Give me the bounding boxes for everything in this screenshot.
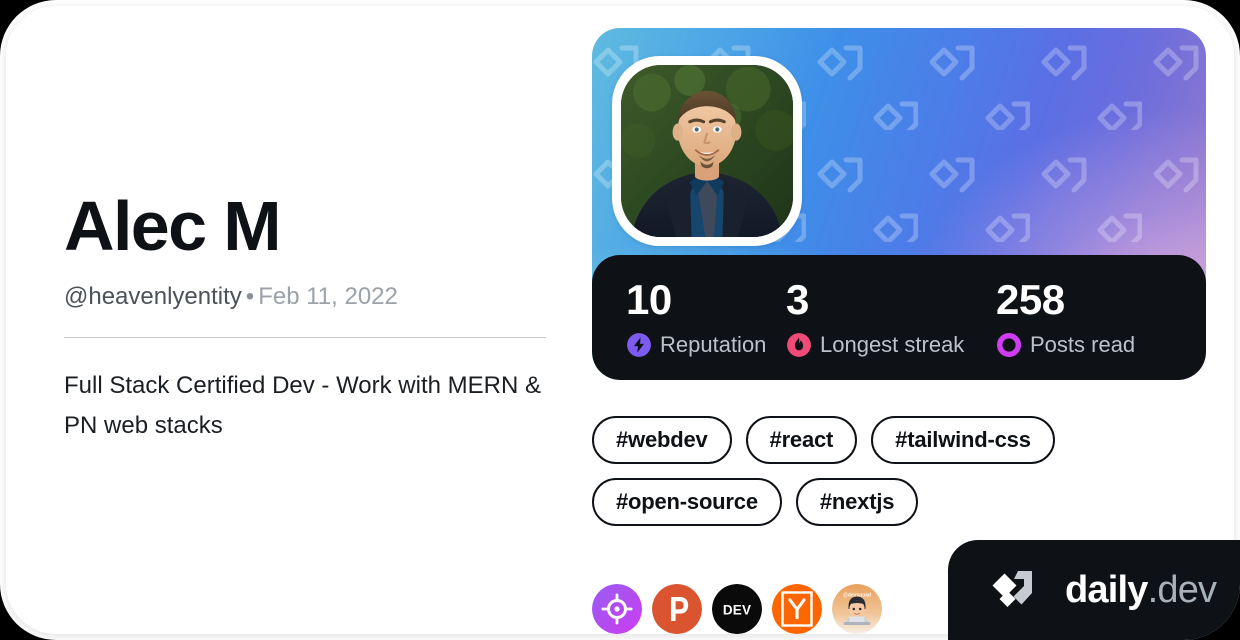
social-links: DEV @devsquad [592, 584, 882, 634]
page-title: Alec M [64, 187, 282, 265]
tag-chip[interactable]: #webdev [592, 416, 732, 464]
brand-name-main: daily [1065, 569, 1148, 611]
tag-chip[interactable]: #tailwind-css [871, 416, 1055, 464]
tag-chip[interactable]: #react [745, 416, 858, 464]
avatar-image [621, 65, 793, 237]
stat-label-row: Longest streak [786, 332, 996, 358]
brand-name-tld: .dev [1147, 569, 1217, 611]
posts-read-icon [996, 332, 1022, 357]
avatar-link-icon[interactable]: @devsquad [832, 584, 882, 634]
brand-name: daily.dev [1065, 569, 1217, 611]
card-content: Alec M @heavenlyentity • Feb 11, 2022 Full… [0, 0, 1240, 640]
separator-dot: • [245, 283, 255, 310]
tag-chip[interactable]: #open-source [592, 478, 782, 526]
profile-info: Alec M @heavenlyentity • Feb 11, 2022 Full… [64, 186, 546, 446]
stat-label: Posts read [1030, 331, 1136, 357]
profile-handle: @heavenlyentity [64, 283, 242, 310]
divider [64, 337, 546, 338]
stat-value: 258 [996, 275, 1065, 323]
stat-label-row: Reputation [626, 332, 786, 358]
stats-bar: 10 Reputation 3 Longest streak 258 Posts… [592, 255, 1206, 380]
stat-value: 3 [786, 275, 809, 323]
dev-to-icon[interactable]: DEV [712, 584, 762, 634]
profile-bio: Full Stack Certified Dev - Work with MER… [64, 372, 541, 439]
product-hunt-icon[interactable] [652, 584, 702, 634]
handle-row: @heavenlyentity • Feb 11, 2022 [64, 282, 546, 312]
bolt-icon [627, 332, 651, 357]
stat-longest-streak: 3 Longest streak [786, 275, 996, 358]
profile-media: 10 Reputation 3 Longest streak 258 Posts… [592, 28, 1206, 634]
stat-reputation: 10 Reputation [626, 275, 786, 358]
stat-label: Reputation [660, 331, 767, 357]
avatar[interactable] [612, 56, 802, 246]
profile-card: Alec M @heavenlyentity • Feb 11, 2022 Full… [0, 0, 1240, 640]
stat-value: 10 [626, 275, 672, 323]
daily-dev-badge: daily.dev [948, 540, 1240, 640]
tag-list: #webdev #react #tailwind-css #open-sourc… [592, 416, 1206, 526]
daily-dev-logo-icon [992, 571, 1032, 607]
roadmap-icon[interactable] [592, 584, 642, 634]
stat-label: Longest streak [820, 331, 965, 357]
svg-text:DEV: DEV [723, 603, 751, 618]
hacker-news-icon[interactable] [772, 584, 822, 634]
tag-chip[interactable]: #nextjs [795, 478, 919, 526]
stat-posts-read: 258 Posts read [996, 275, 1166, 358]
join-date: Feb 11, 2022 [258, 283, 398, 310]
flame-icon [787, 332, 811, 357]
stat-label-row: Posts read [996, 332, 1166, 358]
cover-image: 10 Reputation 3 Longest streak 258 Posts… [592, 28, 1206, 380]
